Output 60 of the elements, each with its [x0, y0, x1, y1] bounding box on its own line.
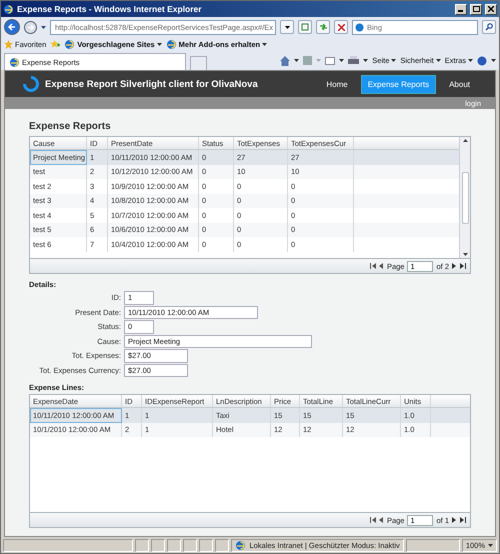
status-panel — [199, 538, 214, 552]
nav-link[interactable]: Home — [319, 74, 355, 94]
app-title: Expense Report Silverlight client for OlivaNova — [45, 78, 259, 90]
back-button[interactable] — [4, 19, 20, 35]
status-panel — [183, 538, 198, 552]
last-page-icon[interactable] — [460, 263, 466, 269]
caret-icon — [339, 59, 344, 62]
caret-icon — [41, 26, 46, 28]
status-panel — [151, 538, 166, 552]
previous-page-icon[interactable] — [378, 517, 384, 523]
caret-icon — [294, 59, 300, 62]
stop-button[interactable] — [334, 20, 348, 34]
first-page-icon[interactable] — [370, 517, 376, 523]
logo-icon — [23, 76, 39, 92]
section-heading: Expense Reports — [29, 121, 112, 133]
caret-icon — [316, 59, 322, 62]
home-icon[interactable] — [280, 56, 290, 66]
print-icon[interactable] — [348, 56, 360, 65]
address-dropdown-button[interactable] — [280, 20, 294, 34]
caret-icon — [391, 59, 396, 62]
status-panel — [167, 538, 182, 552]
search-icon — [485, 23, 493, 31]
close-icon — [338, 24, 344, 30]
status-panel — [406, 538, 460, 552]
next-page-icon[interactable] — [452, 517, 457, 523]
search-button[interactable] — [482, 20, 496, 34]
star-icon — [4, 40, 13, 48]
maximize-icon — [472, 6, 480, 12]
caret-icon — [491, 59, 496, 62]
refresh-button[interactable] — [316, 20, 330, 34]
caret-icon — [436, 59, 441, 62]
back-arrow-icon — [8, 23, 16, 31]
caret-icon — [468, 59, 473, 62]
compatibility-view-button[interactable] — [298, 20, 312, 34]
caret-icon — [284, 26, 290, 28]
mail-icon[interactable] — [325, 56, 336, 64]
caret-icon — [363, 59, 368, 62]
caret-icon — [262, 42, 268, 46]
last-page-icon[interactable] — [460, 517, 466, 523]
window-title: Expense Reports - Windows Internet Explorer — [17, 4, 203, 14]
close-icon — [488, 6, 494, 12]
scrollbar[interactable] — [459, 137, 470, 258]
status-panel — [135, 538, 150, 552]
add-favorite-icon[interactable] — [50, 39, 60, 49]
nav-link[interactable]: About — [442, 74, 477, 94]
forward-button[interactable] — [24, 20, 37, 34]
forward-arrow-icon — [27, 24, 34, 30]
next-page-icon[interactable] — [452, 263, 457, 269]
refresh-icon — [318, 23, 328, 31]
page-icon — [301, 23, 309, 31]
scroll-up-icon — [462, 139, 468, 142]
status-panel — [215, 538, 230, 552]
caret-icon — [156, 42, 162, 46]
close-button[interactable] — [485, 4, 497, 14]
minimize-button[interactable] — [455, 4, 467, 14]
caret-icon — [488, 544, 493, 546]
previous-page-icon[interactable] — [378, 263, 384, 269]
scroll-down-icon — [462, 253, 468, 256]
first-page-icon[interactable] — [370, 263, 376, 269]
maximize-button[interactable] — [470, 4, 482, 14]
